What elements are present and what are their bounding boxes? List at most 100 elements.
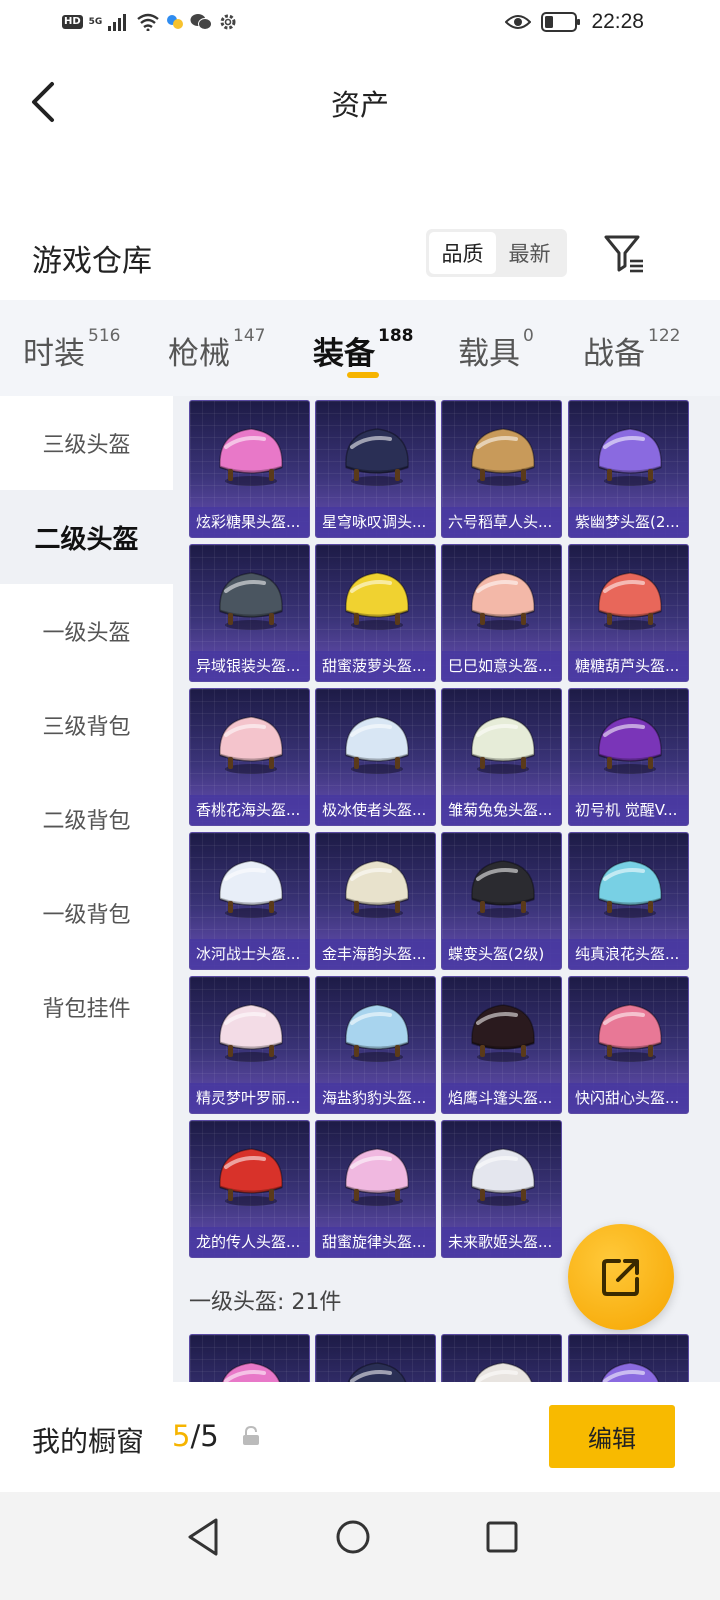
- item-card[interactable]: 异域银装头盔...: [189, 544, 310, 682]
- helmet-image-icon: [471, 1004, 535, 1062]
- helmet-image-icon: [600, 1362, 660, 1382]
- item-card[interactable]: 初号机 觉醒V...: [568, 688, 689, 826]
- item-name: 香桃花海头盔...: [190, 795, 309, 825]
- header: 资产: [0, 60, 720, 150]
- item-name: 雏菊兔兔头盔...: [442, 795, 561, 825]
- category-tabs: 时装 516 枪械 147 装备 188 载具 0 战备 122: [0, 300, 720, 396]
- item-card[interactable]: [441, 1334, 562, 1382]
- showcase-total: /5: [190, 1419, 219, 1453]
- system-nav-bar: [0, 1492, 720, 1600]
- item-name: 纯真浪花头盔...: [569, 939, 688, 969]
- helmet-image-icon: [471, 572, 535, 630]
- item-card[interactable]: 快闪甜心头盔...: [568, 976, 689, 1114]
- status-left: HD 5G: [62, 12, 238, 32]
- edit-button[interactable]: 编辑: [549, 1405, 675, 1468]
- item-card[interactable]: 蝶变头盔(2级): [441, 832, 562, 970]
- item-card[interactable]: 海盐豹豹头盔...: [315, 976, 436, 1114]
- item-card[interactable]: [189, 1334, 310, 1382]
- item-card[interactable]: 极冰使者头盔...: [315, 688, 436, 826]
- helmet-image-icon: [219, 572, 283, 630]
- clock: 22:28: [591, 10, 644, 33]
- tab-count: 0: [523, 326, 534, 346]
- tab-count: 516: [88, 326, 121, 346]
- item-card[interactable]: 六号稻草人头...: [441, 400, 562, 538]
- item-name: 快闪甜心头盔...: [569, 1083, 688, 1113]
- sort-toggle: 品质 最新: [426, 229, 567, 277]
- sidebar-item-level1-helmet[interactable]: 一级头盔: [0, 584, 173, 678]
- share-out-icon: [602, 1259, 639, 1296]
- sidebar-item-level3-backpack[interactable]: 三级背包: [0, 678, 173, 772]
- tab-vehicles[interactable]: 载具 0: [458, 326, 534, 373]
- sidebar-item-backpack-charm[interactable]: 背包挂件: [0, 960, 173, 1054]
- helmet-image-icon: [598, 428, 662, 486]
- item-card[interactable]: [315, 1334, 436, 1382]
- item-name: 紫幽梦头盔(2...: [569, 507, 688, 537]
- helmet-image-icon: [598, 716, 662, 774]
- item-name: 极冰使者头盔...: [316, 795, 435, 825]
- item-card[interactable]: 雏菊兔兔头盔...: [441, 688, 562, 826]
- page-title: 资产: [330, 88, 389, 122]
- eye-icon: [505, 15, 532, 29]
- tab-count: 147: [233, 326, 266, 346]
- filter-icon[interactable]: [603, 232, 645, 274]
- sort-quality-button[interactable]: 品质: [429, 232, 496, 274]
- helmet-image-icon: [473, 1362, 533, 1382]
- showcase-label: 我的橱窗: [32, 1425, 145, 1458]
- settings-gear-icon: [220, 14, 236, 30]
- status-right: 22:28: [505, 10, 644, 34]
- share-fab-button[interactable]: [568, 1224, 674, 1330]
- item-card[interactable]: 未来歌姬头盔...: [441, 1120, 562, 1258]
- item-card[interactable]: 香桃花海头盔...: [189, 688, 310, 826]
- item-name: 巳巳如意头盔...: [442, 651, 561, 681]
- helmet-image-icon: [345, 1004, 409, 1062]
- item-card[interactable]: [568, 1334, 689, 1382]
- tab-label: 载具: [458, 336, 520, 372]
- item-card[interactable]: 星穹咏叹调头...: [315, 400, 436, 538]
- item-name: 甜蜜旋律头盔...: [316, 1227, 435, 1257]
- sidebar-item-level1-backpack[interactable]: 一级背包: [0, 866, 173, 960]
- tab-fashion[interactable]: 时装 516: [23, 326, 121, 373]
- item-name: 龙的传人头盔...: [190, 1227, 309, 1257]
- item-card[interactable]: 糖糖葫芦头盔...: [568, 544, 689, 682]
- sort-newest-button[interactable]: 最新: [496, 232, 563, 274]
- helmet-image-icon: [219, 1148, 283, 1206]
- helmet-image-icon: [219, 1004, 283, 1062]
- helmet-image-icon: [219, 860, 283, 918]
- item-name: 异域银装头盔...: [190, 651, 309, 681]
- sidebar-item-level3-helmet[interactable]: 三级头盔: [0, 396, 173, 490]
- tab-label: 战备: [583, 336, 645, 372]
- item-card[interactable]: 焰鹰斗篷头盔...: [441, 976, 562, 1114]
- item-name: 未来歌姬头盔...: [442, 1227, 561, 1257]
- helmet-image-icon: [347, 1362, 407, 1382]
- item-card[interactable]: 精灵梦叶罗丽...: [189, 976, 310, 1114]
- item-card[interactable]: 冰河战士头盔...: [189, 832, 310, 970]
- item-card[interactable]: 甜蜜旋律头盔...: [315, 1120, 436, 1258]
- active-tab-indicator: [347, 372, 379, 378]
- helmet-image-icon: [345, 428, 409, 486]
- item-card[interactable]: 巳巳如意头盔...: [441, 544, 562, 682]
- tab-guns[interactable]: 枪械 147: [168, 326, 266, 373]
- tab-equipment[interactable]: 装备 188: [313, 326, 414, 373]
- sidebar-item-level2-backpack[interactable]: 二级背包: [0, 772, 173, 866]
- item-name: 初号机 觉醒V...: [569, 795, 688, 825]
- sidebar-item-level2-helmet[interactable]: 二级头盔: [0, 490, 173, 584]
- network-type: 5G: [88, 17, 103, 27]
- helmet-image-icon: [345, 1148, 409, 1206]
- helmet-image-icon: [598, 1004, 662, 1062]
- item-card[interactable]: 甜蜜菠萝头盔...: [315, 544, 436, 682]
- lock-icon: [243, 1426, 259, 1445]
- tab-gear[interactable]: 战备 122: [583, 326, 680, 373]
- item-card[interactable]: 炫彩糖果头盔...: [189, 400, 310, 538]
- nav-home-icon[interactable]: [328, 1512, 378, 1562]
- item-card[interactable]: 纯真浪花头盔...: [568, 832, 689, 970]
- helmet-image-icon: [471, 716, 535, 774]
- nav-back-icon[interactable]: [180, 1512, 230, 1562]
- item-card[interactable]: 紫幽梦头盔(2...: [568, 400, 689, 538]
- item-card[interactable]: 金丰海韵头盔...: [315, 832, 436, 970]
- status-bar: HD 5G 22:28: [0, 0, 720, 48]
- helmet-image-icon: [598, 860, 662, 918]
- item-card[interactable]: 龙的传人头盔...: [189, 1120, 310, 1258]
- nav-recents-icon[interactable]: [477, 1512, 527, 1562]
- item-name: 焰鹰斗篷头盔...: [442, 1083, 561, 1113]
- wifi-icon: [137, 13, 160, 31]
